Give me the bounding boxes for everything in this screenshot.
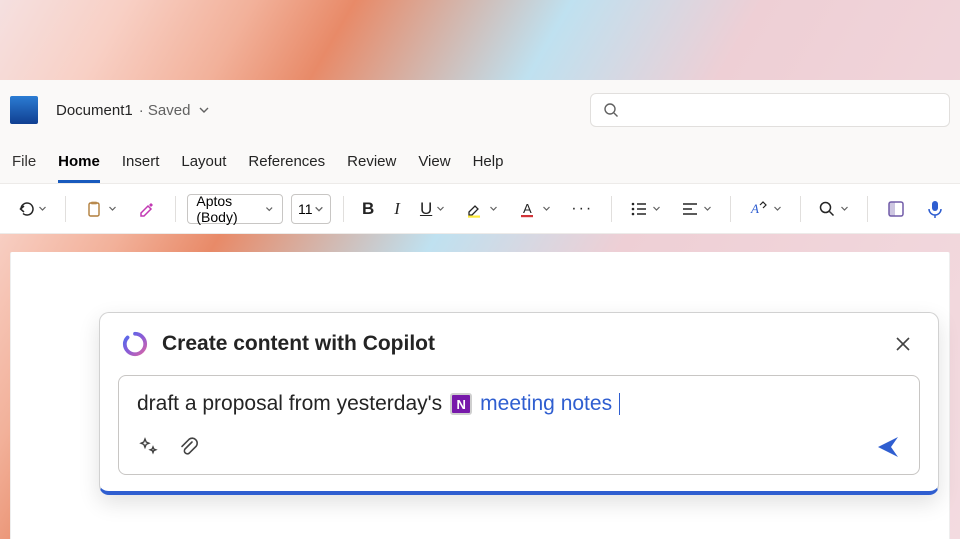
find-button[interactable] bbox=[812, 192, 855, 226]
send-button[interactable] bbox=[875, 434, 901, 460]
styles-icon: A bbox=[749, 199, 769, 219]
font-family-select[interactable]: Aptos (Body) bbox=[187, 194, 283, 224]
format-painter-button[interactable] bbox=[131, 192, 163, 226]
chevron-down-icon bbox=[703, 204, 712, 213]
font-color-button[interactable]: A bbox=[512, 192, 557, 226]
menu-layout[interactable]: Layout bbox=[181, 153, 226, 183]
attachment-reference[interactable]: meeting notes bbox=[480, 392, 612, 416]
chevron-down-icon bbox=[542, 204, 551, 213]
text-cursor bbox=[619, 393, 620, 415]
document-title[interactable]: Document1 · Saved bbox=[56, 102, 210, 119]
clipboard-icon bbox=[84, 199, 104, 219]
bold-button[interactable]: B bbox=[356, 192, 380, 226]
search-icon bbox=[818, 200, 836, 218]
designer-icon bbox=[886, 199, 906, 219]
dictate-button[interactable] bbox=[920, 192, 950, 226]
align-button[interactable] bbox=[675, 192, 718, 226]
chevron-down-icon bbox=[38, 204, 47, 213]
send-icon bbox=[875, 434, 901, 460]
undo-icon bbox=[16, 200, 34, 218]
chevron-down-icon bbox=[489, 204, 498, 213]
align-left-icon bbox=[681, 200, 699, 218]
bullets-button[interactable] bbox=[624, 192, 667, 226]
designer-button[interactable] bbox=[880, 192, 912, 226]
chevron-down-icon bbox=[773, 204, 782, 213]
attach-button[interactable] bbox=[177, 436, 199, 458]
divider bbox=[730, 196, 731, 222]
document-name: Document1 bbox=[56, 102, 133, 119]
menu-review[interactable]: Review bbox=[347, 153, 396, 183]
copilot-panel: Create content with Copilot draft a prop… bbox=[99, 312, 939, 495]
menu-file[interactable]: File bbox=[12, 153, 36, 183]
menu-help[interactable]: Help bbox=[473, 153, 504, 183]
word-app-icon bbox=[10, 96, 38, 124]
divider bbox=[175, 196, 176, 222]
svg-text:A: A bbox=[523, 201, 532, 216]
paintbrush-icon bbox=[137, 199, 157, 219]
close-icon bbox=[894, 335, 912, 353]
chevron-down-icon bbox=[436, 204, 445, 213]
menu-home[interactable]: Home bbox=[58, 153, 100, 183]
divider bbox=[65, 196, 66, 222]
chevron-down-icon bbox=[314, 204, 324, 214]
more-font-button[interactable]: ··· bbox=[565, 192, 599, 226]
prompt-action-row bbox=[137, 434, 901, 460]
chevron-down-icon bbox=[198, 104, 210, 116]
menu-view[interactable]: View bbox=[418, 153, 450, 183]
ribbon-toolbar: Aptos (Body) 11 B I U A ··· A bbox=[0, 184, 960, 234]
highlight-button[interactable] bbox=[459, 192, 504, 226]
onenote-icon: N bbox=[450, 393, 472, 415]
bullet-list-icon bbox=[630, 200, 648, 218]
menu-references[interactable]: References bbox=[248, 153, 325, 183]
svg-text:A: A bbox=[750, 201, 759, 216]
font-name-value: Aptos (Body) bbox=[196, 193, 265, 225]
divider bbox=[800, 196, 801, 222]
divider bbox=[867, 196, 868, 222]
font-size-value: 11 bbox=[298, 201, 313, 217]
font-size-select[interactable]: 11 bbox=[291, 194, 331, 224]
document-canvas[interactable]: Create content with Copilot draft a prop… bbox=[10, 252, 950, 539]
chevron-down-icon bbox=[265, 204, 274, 214]
copilot-logo-icon bbox=[122, 331, 148, 357]
title-bar: Document1 · Saved bbox=[0, 80, 960, 140]
paperclip-icon bbox=[177, 436, 199, 458]
chevron-down-icon bbox=[108, 204, 117, 213]
styles-button[interactable]: A bbox=[743, 192, 788, 226]
undo-button[interactable] bbox=[10, 192, 53, 226]
chevron-down-icon bbox=[652, 204, 661, 213]
font-color-icon: A bbox=[518, 199, 538, 219]
search-input[interactable] bbox=[590, 93, 950, 127]
chevron-down-icon bbox=[840, 204, 849, 213]
microphone-icon bbox=[926, 199, 944, 219]
paste-button[interactable] bbox=[78, 192, 123, 226]
underline-label: U bbox=[420, 199, 432, 219]
prompt-text: draft a proposal from yesterday's bbox=[137, 392, 442, 416]
save-status: · Saved bbox=[139, 102, 191, 119]
divider bbox=[343, 196, 344, 222]
copilot-title: Create content with Copilot bbox=[162, 332, 435, 356]
prompt-text-line: draft a proposal from yesterday's N meet… bbox=[137, 392, 901, 416]
menu-bar: File Home Insert Layout References Revie… bbox=[0, 140, 960, 184]
highlighter-icon bbox=[465, 199, 485, 219]
italic-button[interactable]: I bbox=[388, 192, 406, 226]
search-icon bbox=[603, 102, 619, 118]
underline-button[interactable]: U bbox=[414, 192, 451, 226]
menu-insert[interactable]: Insert bbox=[122, 153, 160, 183]
copilot-prompt-input[interactable]: draft a proposal from yesterday's N meet… bbox=[118, 375, 920, 475]
close-button[interactable] bbox=[890, 331, 916, 357]
sparkle-icon bbox=[137, 436, 159, 458]
copilot-header: Create content with Copilot bbox=[100, 313, 938, 367]
inspire-button[interactable] bbox=[137, 436, 159, 458]
divider bbox=[611, 196, 612, 222]
